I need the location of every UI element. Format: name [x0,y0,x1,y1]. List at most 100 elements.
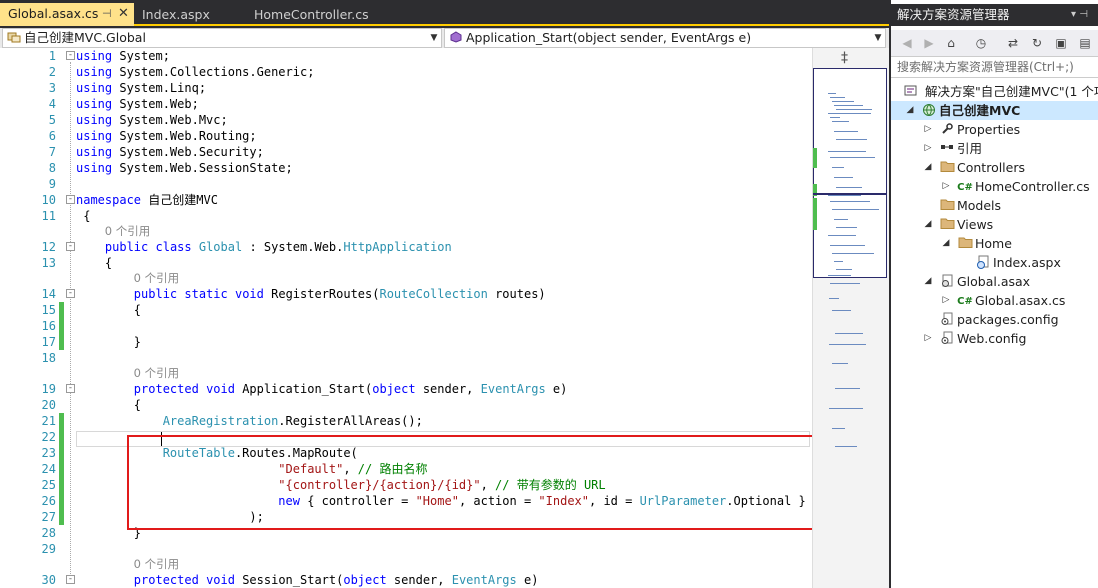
tree-node-label: Global.asax.cs [975,293,1066,308]
line-number: 19 [41,382,56,396]
collapse-icon[interactable]: ▣ [1053,35,1069,51]
tree-node[interactable]: packages.config [891,310,1098,329]
code-text[interactable]: public static void RegisterRoutes(RouteC… [76,286,546,302]
collapsed-arrow-icon[interactable]: ▷ [941,291,951,310]
changed-line-marker [59,461,64,477]
code-text[interactable]: using System.Web; [76,96,199,112]
code-line: 14 - public static void RegisterRoutes(Ro… [0,286,812,302]
refresh-icon[interactable]: ↻ [1029,35,1045,51]
collapsed-arrow-icon[interactable]: ▷ [923,120,933,139]
code-text[interactable]: public class Global : System.Web.HttpApp… [76,239,452,255]
code-text[interactable]: namespace 自己创建MVC [76,192,218,208]
pin-tab-icon[interactable]: ⊣ [102,3,112,25]
tree-node[interactable]: ▷ Web.config [891,329,1098,348]
config-file-icon [939,312,955,327]
code-line: 30 - protected void Session_Start(object … [0,572,812,588]
tree-node[interactable]: 解决方案"自己创建MVC"(1 个项 [891,82,1098,101]
code-text[interactable]: protected void Application_Start(object … [76,381,568,397]
map-code-line [832,428,845,429]
back-icon[interactable]: ◀ [899,35,915,51]
tree-node[interactable]: ◢ Controllers [891,158,1098,177]
code-text[interactable]: protected void Session_Start(object send… [76,572,539,588]
history-icon[interactable]: ◷ [973,35,989,51]
code-text[interactable]: using System.Collections.Generic; [76,64,314,80]
tab-homecontroller-cs[interactable]: HomeController.cs [246,4,406,26]
expanded-arrow-icon[interactable]: ◢ [923,215,933,234]
tree-node[interactable]: ◢ 自己创建MVC [891,101,1098,120]
tree-node[interactable]: Models [891,196,1098,215]
codelens-text[interactable]: 0 个引用 [105,224,150,239]
split-window-icon[interactable]: ‡ [841,50,848,66]
code-text[interactable]: using System.Web.Mvc; [76,112,228,128]
code-text[interactable]: { [76,302,141,318]
map-viewport[interactable] [813,68,887,284]
class-icon [7,30,21,48]
expanded-arrow-icon[interactable]: ◢ [941,234,951,253]
codelens-text[interactable]: 0 个引用 [134,366,179,381]
codelens-text[interactable]: 0 个引用 [134,271,179,286]
expanded-arrow-icon[interactable]: ◢ [923,158,933,177]
close-tab-icon[interactable]: ✕ [118,3,129,25]
map-code-line [829,298,839,299]
code-text[interactable]: } [76,334,141,350]
map-code-line [832,253,874,254]
tree-node[interactable]: ◢ Views [891,215,1098,234]
map-code-line [832,209,879,210]
home-icon[interactable]: ⌂ [943,35,959,51]
map-code-line [834,177,853,178]
changed-line-marker [59,493,64,509]
code-line: 1 - using System; [0,48,812,64]
code-text[interactable]: using System.Linq; [76,80,206,96]
collapse-region-icon[interactable]: - [66,242,75,251]
collapsed-arrow-icon[interactable]: ▷ [941,177,951,196]
map-code-line [836,227,857,228]
code-text[interactable]: { [76,397,141,413]
solution-search-input[interactable]: 搜索解决方案资源管理器(Ctrl+;) [891,56,1098,78]
code-text[interactable]: using System; [76,48,170,64]
pin-panel-icon[interactable]: ▾ ⊣ [1071,4,1088,26]
forward-icon[interactable]: ▶ [921,35,937,51]
map-code-line [832,310,851,311]
tree-node[interactable]: ◢ Global.asax [891,272,1098,291]
folder-icon [939,160,955,175]
collapsed-arrow-icon[interactable]: ▷ [923,139,933,158]
code-text[interactable]: using System.Web.SessionState; [76,160,293,176]
code-pane[interactable]: 1- using System; 2 using System.Collections… [0,48,812,588]
chevron-down-icon: ▼ [430,33,438,43]
tab-global-asax-cs[interactable]: Global.asax.cs ⊣ ✕ [0,3,134,26]
class-dropdown[interactable]: 自己创建MVC.Global ▼ [2,28,442,48]
sync-icon[interactable]: ⇄ [1005,35,1021,51]
tree-node[interactable]: ▷ C# HomeController.cs [891,177,1098,196]
codelens-text[interactable]: 0 个引用 [134,557,179,572]
map-code-line [830,117,840,118]
tree-node[interactable]: ▷ C# Global.asax.cs [891,291,1098,310]
collapse-region-icon[interactable]: - [66,289,75,298]
line-number: 27 [41,510,56,524]
code-text[interactable]: using System.Web.Security; [76,144,264,160]
line-number: 11 [41,209,56,223]
scrollbar-map[interactable]: ‡ [812,48,889,588]
collapse-region-icon[interactable]: - [66,384,75,393]
properties-icon[interactable]: ▤ [1077,35,1093,51]
expanded-arrow-icon[interactable]: ◢ [905,101,915,120]
code-text[interactable]: using System.Web.Routing; [76,128,257,144]
code-text[interactable]: { [76,255,112,271]
expanded-arrow-icon[interactable]: ◢ [923,272,933,291]
code-line: 5 using System.Web.Mvc; [0,112,812,128]
map-code-line [829,408,863,409]
collapse-region-icon[interactable]: - [66,195,75,204]
code-text[interactable]: { [76,208,90,224]
tree-node[interactable]: ◢ Home [891,234,1098,253]
tree-node[interactable]: Index.aspx [891,253,1098,272]
code-text[interactable]: AreaRegistration.RegisterAllAreas(); [76,413,423,429]
collapsed-arrow-icon[interactable]: ▷ [923,329,933,348]
tree-node[interactable]: ▷ Properties [891,120,1098,139]
member-dropdown[interactable]: Application_Start(object sender, EventAr… [444,28,886,48]
collapse-region-icon[interactable]: - [66,575,75,584]
tab-index-aspx[interactable]: Index.aspx [134,4,244,26]
tree-node-label: HomeController.cs [975,179,1090,194]
collapse-region-icon[interactable]: - [66,51,75,60]
tree-node[interactable]: ▷ 引用 [891,139,1098,158]
code-line: 4 using System.Web; [0,96,812,112]
tree-node-label: Index.aspx [993,255,1061,270]
